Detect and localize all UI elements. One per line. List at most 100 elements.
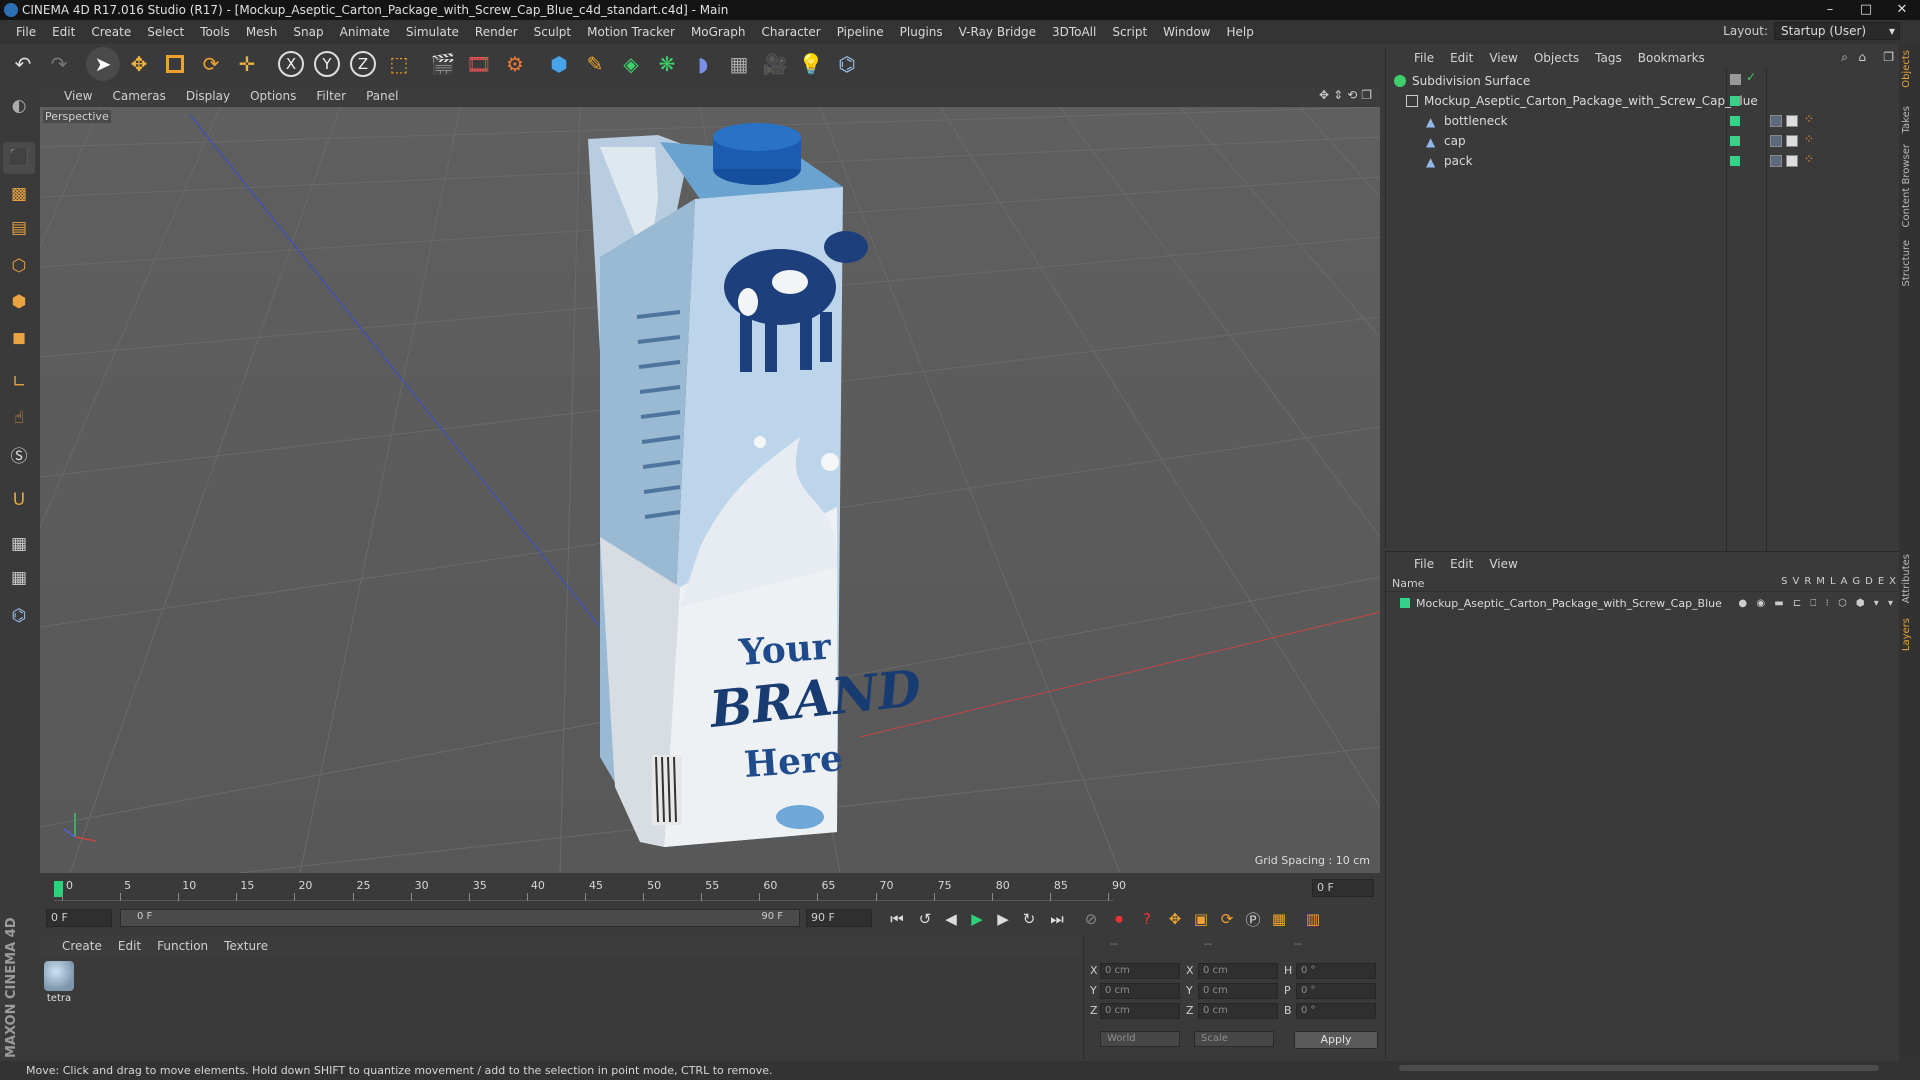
deformer-icon[interactable]: ◗ (686, 47, 720, 81)
search-icon[interactable]: ⌕ (1841, 50, 1848, 65)
checker-tag-icon[interactable] (1786, 135, 1798, 147)
camera-icon[interactable]: 🎥 (758, 47, 792, 81)
x-axis-icon[interactable]: X (274, 47, 308, 81)
menu-tools[interactable]: Tools (192, 25, 238, 39)
material-menu-function[interactable]: Function (149, 939, 216, 953)
viewport-menu-options[interactable]: Options (240, 89, 306, 103)
move-view-icon[interactable]: ✥ (1319, 88, 1329, 102)
toggle-view-icon[interactable]: ❐ (1361, 88, 1372, 102)
new-window-icon[interactable]: ❐ (1883, 50, 1894, 64)
key-scale-icon[interactable]: ▣ (1190, 908, 1212, 930)
rotation-h-field[interactable]: 0 ° (1296, 963, 1376, 979)
magnet-icon[interactable]: U (3, 484, 35, 516)
move-icon[interactable]: ✥ (122, 47, 156, 81)
col-solo[interactable]: S (1781, 576, 1787, 587)
light-icon[interactable]: 💡 (794, 47, 828, 81)
tab-objects[interactable]: Objects (1901, 50, 1917, 88)
close-button[interactable]: ✕ (1884, 0, 1920, 20)
menu-select[interactable]: Select (139, 25, 192, 39)
menu-plugins[interactable]: Plugins (892, 25, 951, 39)
key-pla-icon[interactable]: ▦ (1268, 908, 1290, 930)
key-rotation-icon[interactable]: ⟳ (1216, 908, 1238, 930)
layer-menu-view[interactable]: View (1481, 557, 1525, 571)
col-xref[interactable]: X (1889, 576, 1896, 587)
col-manager[interactable]: M (1816, 576, 1825, 587)
axis-mode-icon[interactable]: ∟ (3, 366, 35, 398)
select-arrow-icon[interactable]: ➤ (86, 47, 120, 81)
python-icon[interactable]: ⌬ (830, 47, 864, 81)
layer-flags-icons[interactable]: ● ◉ ▬ ⊏ ⎕ ⁝ ⬡ ⬢ ▾ ▾ (1738, 598, 1896, 609)
material-tag-icon[interactable] (1770, 115, 1782, 127)
python-console-icon[interactable]: ⌬ (3, 600, 35, 632)
menu-vray-bridge[interactable]: V-Ray Bridge (951, 25, 1044, 39)
polygons-mode-icon[interactable]: ◼ (3, 322, 35, 354)
carton-package[interactable]: Your BRAND Here (588, 123, 924, 847)
viewport-menu-display[interactable]: Display (176, 89, 240, 103)
layer-row[interactable]: Mockup_Aseptic_Carton_Package_with_Screw… (1400, 594, 1896, 612)
col-deformers[interactable]: D (1865, 576, 1873, 587)
viewport-menu-filter[interactable]: Filter (306, 89, 356, 103)
material-menu-create[interactable]: Create (54, 939, 110, 953)
menu-window[interactable]: Window (1155, 25, 1218, 39)
floor-icon[interactable]: ▦ (722, 47, 756, 81)
key-position-icon[interactable]: ✥ (1164, 908, 1186, 930)
cube-icon[interactable]: ⬢ (542, 47, 576, 81)
timeline-track[interactable]: 0 5 10 15 20 25 30 35 40 45 50 55 60 65 70 75 80 85 90 (54, 879, 1126, 901)
subdivision-edit-icon[interactable] (1730, 74, 1741, 85)
y-axis-icon[interactable]: Y (310, 47, 344, 81)
uvw-tag-icon[interactable]: ⁘ (1804, 132, 1814, 146)
object-menu-edit[interactable]: Edit (1442, 51, 1481, 65)
rotate-view-icon[interactable]: ⟲ (1347, 88, 1357, 102)
menu-edit[interactable]: Edit (44, 25, 83, 39)
make-editable-icon[interactable]: ◐ (3, 90, 35, 122)
go-to-previous-key-icon[interactable]: ↺ (914, 908, 936, 930)
material-tag-icon[interactable] (1770, 135, 1782, 147)
workplane-icon[interactable]: ▤ (3, 212, 35, 244)
tree-item-bottleneck[interactable]: ▲ bottleneck (1426, 112, 1508, 130)
go-to-next-key-icon[interactable]: ↻ (1018, 908, 1040, 930)
key-parameter-icon[interactable]: Ⓟ (1242, 908, 1264, 930)
maximize-button[interactable]: □ (1848, 0, 1884, 20)
next-frame-icon[interactable]: ▶ (992, 908, 1014, 930)
coordinate-system-icon[interactable]: ⬚ (382, 47, 416, 81)
pen-spline-icon[interactable]: ✎ (578, 47, 612, 81)
play-icon[interactable]: ▶ (966, 908, 988, 930)
tree-item-pack[interactable]: ▲ pack (1426, 152, 1473, 170)
z-axis-icon[interactable]: Z (346, 47, 380, 81)
coordinate-mode-dropdown[interactable]: World (1100, 1031, 1180, 1047)
scrollbar-thumb[interactable] (1399, 1065, 1879, 1071)
menu-file[interactable]: File (8, 25, 44, 39)
tab-takes[interactable]: Takes (1901, 106, 1917, 133)
scale-icon[interactable] (158, 47, 192, 81)
menu-motion-tracker[interactable]: Motion Tracker (579, 25, 683, 39)
menu-help[interactable]: Help (1218, 25, 1261, 39)
lock-workplane-icon[interactable]: ▦ (3, 528, 35, 560)
rotation-p-field[interactable]: 0 ° (1296, 983, 1376, 999)
object-menu-objects[interactable]: Objects (1526, 51, 1587, 65)
size-y-field[interactable]: 0 cm (1198, 983, 1278, 999)
tree-item-subdivision-surface[interactable]: Subdivision Surface (1394, 72, 1530, 90)
col-view[interactable]: V (1793, 576, 1800, 587)
end-frame-field[interactable]: 90 F (806, 909, 872, 927)
motion-record-icon[interactable]: ⊘ (1080, 908, 1102, 930)
tab-content-browser[interactable]: Content Browser (1901, 144, 1917, 227)
menu-animate[interactable]: Animate (332, 25, 398, 39)
snap-icon[interactable]: Ⓢ (3, 438, 35, 470)
undo-icon[interactable]: ↶ (6, 47, 40, 81)
menu-3dtoall[interactable]: 3DToAll (1044, 25, 1104, 39)
live-selection-icon[interactable]: ✛ (230, 47, 264, 81)
material-menu-texture[interactable]: Texture (216, 939, 276, 953)
tree-item-mockup-null[interactable]: Mockup_Aseptic_Carton_Package_with_Screw… (1406, 92, 1758, 110)
menu-mesh[interactable]: Mesh (238, 25, 286, 39)
layer-color-icon[interactable] (1730, 96, 1740, 106)
material-swatch-tetra[interactable]: tetra (44, 961, 74, 1004)
perspective-viewport[interactable]: Your BRAND Here Perspective Grid Spacing… (40, 107, 1380, 873)
layer-color-icon[interactable] (1730, 116, 1740, 126)
tweak-mode-icon[interactable]: ☝ (3, 402, 35, 434)
tab-attributes[interactable]: Attributes (1901, 554, 1917, 603)
timeline-ruler[interactable]: 0 5 10 15 20 25 30 35 40 45 50 55 60 65 70 75 80 85 90 0 F (40, 873, 1380, 903)
col-animation[interactable]: A (1841, 576, 1848, 587)
checker-tag-icon[interactable] (1786, 155, 1798, 167)
go-to-start-icon[interactable]: ⏮ (886, 908, 908, 930)
planar-workplane-icon[interactable]: ▦ (3, 562, 35, 594)
